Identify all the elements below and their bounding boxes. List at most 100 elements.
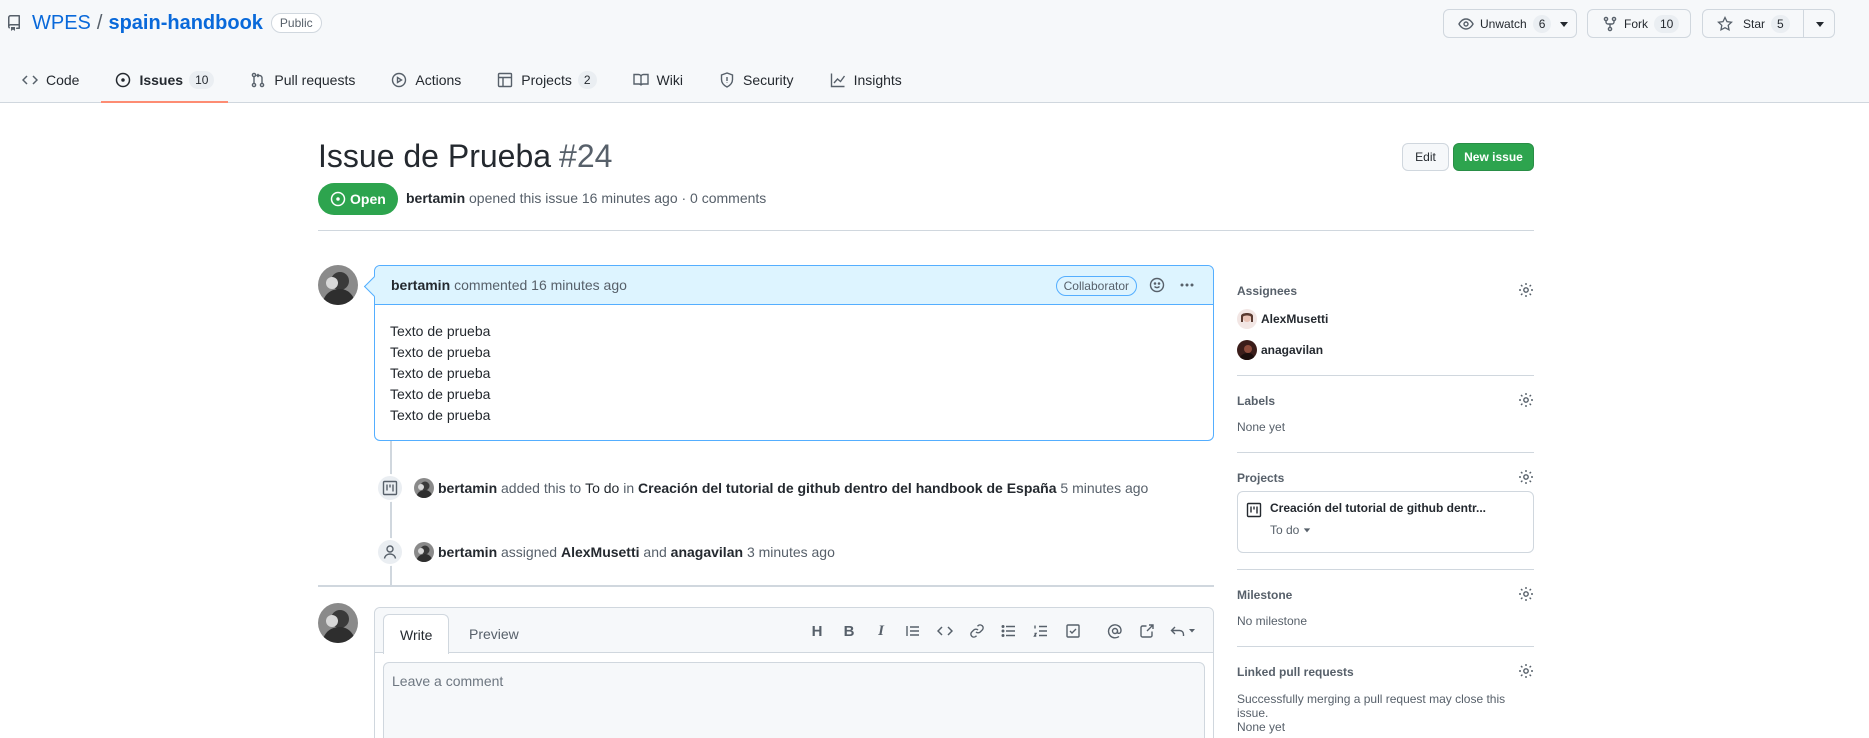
markdown-toolbar: H B I <box>801 620 1203 642</box>
event-actor-link[interactable]: bertamin <box>438 480 497 496</box>
issue-comment: bertamin commented 16 minutes ago Collab… <box>374 265 1214 441</box>
tab-code-label: Code <box>46 71 80 88</box>
milestone-value: No milestone <box>1237 614 1308 628</box>
repo-name-link[interactable]: spain-handbook <box>108 10 262 36</box>
fork-count: 10 <box>1654 14 1680 33</box>
assignee-item[interactable]: AlexMusetti <box>1237 309 1328 329</box>
heading-icon[interactable]: H <box>801 620 833 642</box>
tab-projects-count: 2 <box>577 70 597 89</box>
comment-line: Texto de prueba <box>390 386 491 402</box>
gear-icon[interactable] <box>1518 469 1534 485</box>
smiley-icon[interactable] <box>1149 277 1165 293</box>
sidebar-milestone-title[interactable]: Milestone <box>1237 588 1292 602</box>
star-count: 5 <box>1771 14 1790 33</box>
sidebar-assignees-title[interactable]: Assignees <box>1237 284 1297 298</box>
unwatch-label: Unwatch <box>1480 16 1527 31</box>
unordered-list-icon[interactable] <box>993 620 1025 642</box>
link-icon[interactable] <box>961 620 993 642</box>
edit-button[interactable]: Edit <box>1402 143 1449 171</box>
project-event-badge <box>376 474 404 502</box>
preview-tab[interactable]: Preview <box>453 614 535 654</box>
tasklist-icon[interactable] <box>1057 620 1089 642</box>
reply-icon[interactable] <box>1163 620 1203 642</box>
timeline-event-project: bertamin added this to To do in Creación… <box>414 478 1148 498</box>
visibility-badge: Public <box>270 13 322 33</box>
gear-icon[interactable] <box>1518 392 1534 408</box>
gear-icon[interactable] <box>1518 282 1534 298</box>
repo-title: WPES / spain-handbook Public <box>6 10 322 36</box>
tab-insights[interactable]: Insights <box>816 56 916 103</box>
project-name[interactable]: Creación del tutorial de github dentr... <box>1270 501 1486 515</box>
fork-button[interactable]: Fork 10 <box>1587 9 1691 38</box>
italic-icon[interactable]: I <box>865 620 897 642</box>
assignee-name: AlexMusetti <box>1261 312 1329 326</box>
project-link[interactable]: Creación del tutorial de github dentro d… <box>638 480 1056 496</box>
kebab-horizontal-icon[interactable] <box>1179 277 1195 293</box>
avatar[interactable] <box>318 603 358 643</box>
comment-time[interactable]: commented 16 minutes ago <box>454 277 627 293</box>
tab-actions[interactable]: Actions <box>377 56 475 103</box>
caret-down-icon <box>1303 526 1311 534</box>
repo-nav-tabs: Code Issues 10 Pull requests Actions Pro… <box>0 56 916 103</box>
mention-icon[interactable] <box>1099 620 1131 642</box>
fork-icon <box>1602 16 1618 32</box>
avatar[interactable] <box>414 478 434 498</box>
event-time[interactable]: 5 minutes ago <box>1060 480 1148 496</box>
tab-issues[interactable]: Issues 10 <box>101 56 229 103</box>
assignee-item[interactable]: anagavilan <box>1237 340 1323 360</box>
tab-pull-requests[interactable]: Pull requests <box>236 56 369 103</box>
book-icon <box>632 72 649 88</box>
issue-state-label: Open <box>350 191 386 207</box>
sidebar-linked-prs: Linked pull requests Successfully mergin… <box>1237 647 1534 738</box>
event-text: and <box>643 544 667 560</box>
project-column-select[interactable]: To do <box>1270 523 1311 537</box>
sidebar-projects-title[interactable]: Projects <box>1237 471 1284 485</box>
code-icon[interactable] <box>929 620 961 642</box>
star-list-caret-icon[interactable] <box>1815 19 1825 29</box>
avatar[interactable] <box>414 542 434 562</box>
comment-body: Texto de prueba Texto de prueba Texto de… <box>375 305 1213 442</box>
tab-wiki-label: Wiki <box>656 71 683 88</box>
repo-owner-link[interactable]: WPES <box>32 10 91 36</box>
watch-count: 6 <box>1532 14 1552 33</box>
caret-down-icon[interactable] <box>1559 19 1569 29</box>
tab-projects[interactable]: Projects 2 <box>483 56 610 103</box>
repo-header: WPES / spain-handbook Public Unwatch 6 F… <box>0 0 1869 103</box>
issue-author-link[interactable]: bertamin <box>406 190 465 206</box>
sidebar-labels-title[interactable]: Labels <box>1237 394 1275 408</box>
avatar <box>1237 340 1257 360</box>
comment-author-link[interactable]: bertamin <box>391 277 450 293</box>
tab-security[interactable]: Security <box>705 56 808 103</box>
tab-code[interactable]: Code <box>8 56 93 103</box>
assignee-link[interactable]: anagavilan <box>671 544 743 560</box>
assignee-link[interactable]: AlexMusetti <box>561 544 640 560</box>
event-time[interactable]: 3 minutes ago <box>747 544 835 560</box>
linked-prs-description: Successfully merging a pull request may … <box>1237 692 1506 720</box>
project-card[interactable]: Creación del tutorial de github dentr...… <box>1237 491 1534 553</box>
bold-icon[interactable]: B <box>833 620 865 642</box>
timeline-event-assign: bertamin assigned AlexMusetti and anagav… <box>414 542 835 562</box>
comment-textarea[interactable]: Leave a comment <box>383 662 1205 738</box>
comment-line: Texto de prueba <box>390 365 491 381</box>
comment-header: bertamin commented 16 minutes ago Collab… <box>375 266 1213 305</box>
unwatch-button[interactable]: Unwatch 6 <box>1443 9 1577 38</box>
tab-wiki[interactable]: Wiki <box>619 56 697 103</box>
write-tab[interactable]: Write <box>383 614 450 654</box>
star-label: Star <box>1743 16 1766 31</box>
ordered-list-icon[interactable] <box>1025 620 1057 642</box>
star-button[interactable]: Star 5 <box>1702 9 1835 38</box>
sidebar-linked-prs-title[interactable]: Linked pull requests <box>1237 665 1354 679</box>
project-icon <box>382 480 398 496</box>
linked-prs-value: None yet <box>1237 720 1286 734</box>
event-actor-link[interactable]: bertamin <box>438 544 497 560</box>
repo-separator: / <box>96 12 103 34</box>
assignee-name: anagavilan <box>1261 343 1324 357</box>
cross-reference-icon[interactable] <box>1131 620 1163 642</box>
event-text: in <box>623 480 635 496</box>
avatar[interactable] <box>318 265 358 305</box>
gear-icon[interactable] <box>1518 586 1534 602</box>
issue-state-badge: Open <box>318 183 398 215</box>
new-issue-button[interactable]: New issue <box>1453 143 1534 171</box>
quote-icon[interactable] <box>897 620 929 642</box>
gear-icon[interactable] <box>1518 663 1534 679</box>
